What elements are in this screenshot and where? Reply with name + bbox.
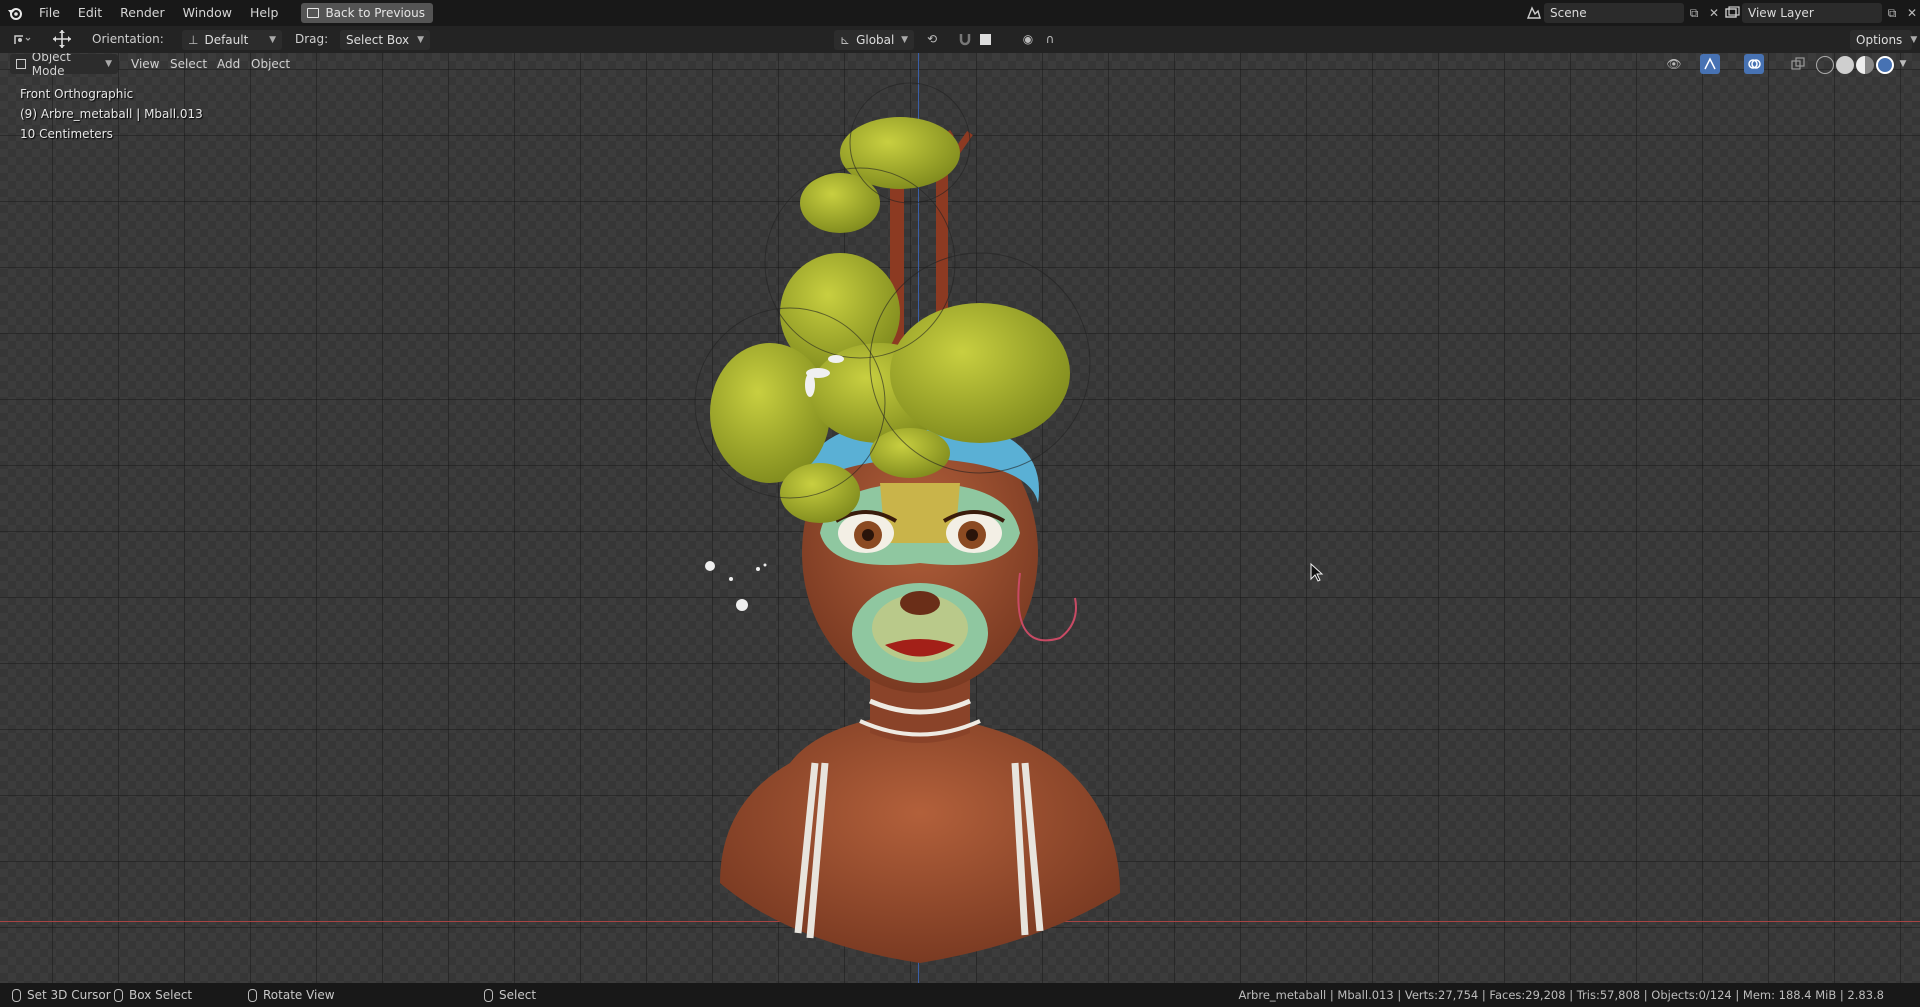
mouse-drag-icon [114, 988, 123, 1002]
view-layer-name-field[interactable]: View Layer [1742, 3, 1882, 23]
blender-logo-icon[interactable] [0, 0, 30, 26]
scene-icon[interactable] [1524, 3, 1544, 23]
visibility-icon[interactable]: 👁 [1664, 54, 1684, 74]
overlays-icon[interactable] [1744, 54, 1764, 74]
menu-window[interactable]: Window [174, 0, 241, 26]
mouse-left-icon [12, 988, 21, 1002]
viewport-menu-view[interactable]: View [131, 57, 159, 71]
snap-icon[interactable] [955, 29, 975, 49]
view-layer-selector: View Layer ⧉ ✕ [1722, 3, 1920, 23]
status-left-click-label: Set 3D Cursor [27, 988, 111, 1002]
chevron-down-icon: ▼ [1910, 34, 1918, 45]
new-view-layer-icon[interactable]: ⧉ [1882, 3, 1902, 23]
drag-value: Select Box [346, 32, 410, 47]
transform-orientation-dropdown[interactable]: ⊾ Global ▼ [834, 29, 914, 50]
back-to-previous-label: Back to Previous [325, 6, 425, 20]
orientation-label: Orientation: [92, 32, 164, 46]
chevron-down-icon: ▼ [901, 34, 908, 45]
character-render [694, 82, 1120, 963]
status-middle: Rotate View [248, 988, 335, 1002]
view-name: Front Orthographic [20, 87, 134, 101]
new-scene-icon[interactable]: ⧉ [1684, 3, 1704, 23]
pivot-point-icon[interactable]: ⟲ [922, 29, 942, 49]
delete-view-layer-icon[interactable]: ✕ [1902, 3, 1920, 23]
menu-render[interactable]: Render [111, 0, 174, 26]
object-mode-dropdown[interactable]: Object Mode ▼ [10, 53, 118, 78]
status-left-click: Set 3D Cursor [12, 988, 111, 1002]
drag-dropdown[interactable]: Select Box ▼ [340, 29, 430, 50]
status-bar: Set 3D Cursor Box Select Rotate View Sel… [0, 983, 1920, 1007]
orientation-dropdown[interactable]: ⊥ Default ▼ [182, 29, 282, 50]
menu-file[interactable]: File [30, 0, 69, 26]
tool-settings-header: Orientation: ⊥ Default ▼ Drag: Select Bo… [0, 26, 1920, 53]
material-shading-icon[interactable] [1856, 56, 1874, 74]
solid-shading-icon[interactable] [1836, 56, 1854, 74]
chevron-down-icon: ▼ [105, 59, 112, 69]
proportional-editing-icon[interactable]: ◉ [1018, 29, 1038, 49]
orientation-value: Default [204, 32, 249, 47]
status-drag-label: Box Select [129, 988, 193, 1002]
orientation-axis-icon: ⊥ [188, 32, 199, 47]
viewport-menu-object[interactable]: Object [251, 57, 290, 71]
menu-edit[interactable]: Edit [69, 0, 111, 26]
options-label: Options [1856, 32, 1903, 47]
mouse-cursor-icon [1310, 563, 1324, 582]
editor-type-icon[interactable] [12, 29, 32, 49]
3d-viewport[interactable]: Object Mode ▼ View Select Add Object 👁 ▼… [0, 53, 1920, 983]
global-axis-icon: ⊾ [840, 32, 851, 47]
back-to-previous-button[interactable]: Back to Previous [301, 3, 433, 23]
viewport-menu-select[interactable]: Select [170, 57, 207, 71]
view-layer-icon[interactable] [1722, 3, 1742, 23]
scene-selector: Scene ⧉ ✕ [1524, 3, 1724, 23]
xray-icon[interactable] [1788, 54, 1808, 74]
menu-help[interactable]: Help [241, 0, 288, 26]
rendered-shading-icon[interactable] [1876, 56, 1894, 74]
status-drag: Box Select [114, 988, 192, 1002]
scene-statistics: Arbre_metaball | Mball.013 | Verts:27,75… [1238, 988, 1884, 1002]
status-right-label: Select [499, 988, 537, 1002]
chevron-down-icon: ▼ [417, 34, 424, 45]
shading-options-chevron-icon[interactable]: ▼ [1893, 54, 1913, 74]
status-middle-label: Rotate View [263, 988, 335, 1002]
drag-label: Drag: [295, 32, 329, 46]
viewport-menu-add[interactable]: Add [217, 57, 240, 71]
mouse-right-icon [484, 988, 493, 1002]
transform-orientation-value: Global [856, 32, 895, 47]
top-bar: File Edit Render Window Help Back to Pre… [0, 0, 1920, 26]
wireframe-shading-icon[interactable] [1816, 56, 1834, 74]
grid-scale: 10 Centimeters [20, 127, 113, 141]
object-mode-icon [16, 59, 26, 69]
chevron-down-icon: ▼ [269, 34, 276, 45]
move-tool-icon[interactable] [52, 29, 72, 49]
scene-name-field[interactable]: Scene [1544, 3, 1684, 23]
gizmo-icon[interactable] [1700, 54, 1720, 74]
mouse-middle-icon [248, 988, 257, 1002]
status-right: Select [484, 988, 536, 1002]
snap-target-icon[interactable] [975, 29, 995, 49]
options-dropdown[interactable]: Options ▼ [1850, 29, 1917, 50]
delete-scene-icon[interactable]: ✕ [1704, 3, 1724, 23]
object-mode-value: Object Mode [31, 53, 71, 78]
falloff-curve-icon[interactable]: ∩ [1040, 29, 1060, 49]
active-object-info: (9) Arbre_metaball | Mball.013 [20, 107, 203, 121]
screen-icon [307, 8, 320, 18]
